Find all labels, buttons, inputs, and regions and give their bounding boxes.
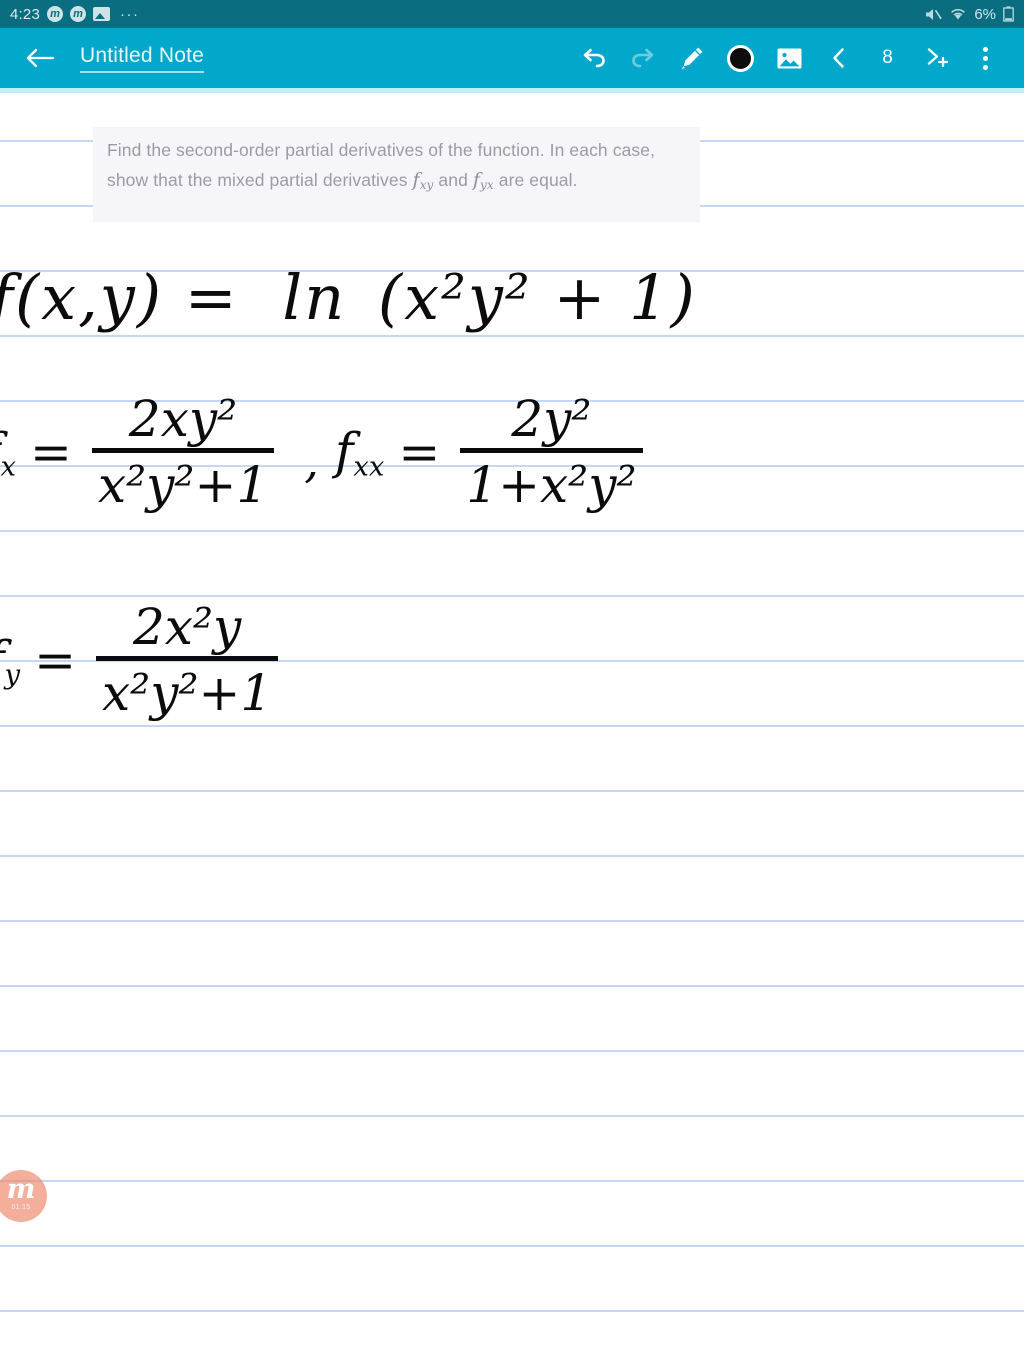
app-bar: Untitled Note 8 xyxy=(0,28,1024,88)
question-line-3: equal. xyxy=(529,170,578,190)
notification-badge-2: m xyxy=(70,6,86,22)
page-number-indicator[interactable]: 8 xyxy=(863,33,912,83)
volume-mute-icon xyxy=(925,7,943,22)
rule-line xyxy=(0,1180,1024,1182)
hw2-equals-a: = xyxy=(30,423,72,481)
rule-line xyxy=(0,530,1024,532)
question-line-2c: are xyxy=(498,170,525,190)
rule-line xyxy=(0,1050,1024,1052)
hw1-arg: (x²y² + 1) xyxy=(377,261,697,334)
overflow-menu-button[interactable] xyxy=(961,33,1010,83)
color-swatch-icon xyxy=(727,44,754,72)
math-f-xy: fxy xyxy=(412,169,434,192)
status-bar-right: 6% xyxy=(925,6,1014,23)
editor-toolbar: 8 xyxy=(569,33,1010,83)
chevron-right-plus-icon xyxy=(923,45,951,71)
status-bar-left: 4:23 m m ··· xyxy=(10,6,140,23)
status-clock: 4:23 xyxy=(10,5,40,23)
hw3-label: fy xyxy=(0,630,21,691)
rule-line xyxy=(0,1310,1024,1312)
rule-line xyxy=(0,790,1024,792)
redo-icon xyxy=(629,46,657,70)
hw3-denominator: x²y²+1 xyxy=(95,655,279,720)
hw2-label-a: fx xyxy=(0,422,17,483)
hw2-denominator-a: x²y²+1 xyxy=(91,447,275,512)
hw2-fraction-b: 2y² 1+x²y² xyxy=(460,390,643,512)
prev-page-button[interactable] xyxy=(814,33,863,83)
hw3-numerator: 2x²y xyxy=(132,598,242,656)
redo-button[interactable] xyxy=(618,33,667,83)
rule-line xyxy=(0,1115,1024,1117)
notification-overflow-icon: ··· xyxy=(120,5,140,23)
note-title-field[interactable]: Untitled Note xyxy=(80,44,204,73)
insert-image-button[interactable] xyxy=(765,33,814,83)
handwritten-equation-2: fx = 2xy² x²y²+1 , fxx = 2y² 1+x²y² xyxy=(0,393,649,511)
page-number-label: 8 xyxy=(882,47,893,68)
back-button[interactable] xyxy=(22,40,58,76)
hw2-denominator-b: 1+x²y² xyxy=(460,447,643,512)
kebab-menu-icon xyxy=(983,46,988,70)
hw2-numerator-b: 2y² xyxy=(511,390,592,448)
hw2-label-b: fxx xyxy=(334,421,385,483)
app-watermark: m 01:15 xyxy=(0,1170,47,1222)
question-line-1: Find the second-order partial derivative… xyxy=(107,140,608,160)
battery-percent-label: 6% xyxy=(974,5,996,23)
hw3-fraction: 2x²y x²y²+1 xyxy=(95,598,279,720)
chevron-left-icon xyxy=(829,46,849,70)
question-image-block[interactable]: Find the second-order partial derivative… xyxy=(93,127,700,222)
undo-icon xyxy=(580,46,608,70)
rule-line xyxy=(0,335,1024,337)
add-page-button[interactable] xyxy=(912,33,961,83)
hw2-separator: , xyxy=(304,434,319,488)
handwritten-equation-1: f(x,y) = ln (x²y² + 1) xyxy=(0,261,697,334)
wifi-icon xyxy=(949,7,967,21)
hw1-fn: ln xyxy=(282,261,347,334)
hw2-fraction-a: 2xy² x²y²+1 xyxy=(91,390,275,512)
watermark-logo-letter: m xyxy=(6,1174,36,1206)
rule-line xyxy=(0,595,1024,597)
rule-line xyxy=(0,985,1024,987)
pen-button[interactable] xyxy=(667,33,716,83)
rule-line xyxy=(0,855,1024,857)
image-icon xyxy=(776,45,803,72)
hw1-lhs: f(x,y) = xyxy=(0,261,239,334)
undo-button[interactable] xyxy=(569,33,618,83)
question-text: Find the second-order partial derivative… xyxy=(107,135,690,200)
back-arrow-icon xyxy=(25,46,55,70)
note-app-screen: 4:23 m m ··· 6% Untitled Note 8 Find the… xyxy=(0,0,1024,1366)
hw2-numerator-a: 2xy² xyxy=(128,390,238,448)
screenshot-notification-icon xyxy=(93,7,110,21)
handwritten-equation-3: fy = 2x²y x²y²+1 xyxy=(0,601,284,719)
battery-icon xyxy=(1003,6,1014,22)
rule-line xyxy=(0,920,1024,922)
pencil-icon xyxy=(679,45,705,71)
hw3-equals: = xyxy=(34,631,76,689)
rule-line xyxy=(0,1245,1024,1247)
watermark-timestamp: 01:15 xyxy=(11,1203,31,1211)
rule-line xyxy=(0,725,1024,727)
notification-badge-1: m xyxy=(47,6,63,22)
color-button[interactable] xyxy=(716,33,765,83)
note-title-text: Untitled Note xyxy=(80,43,204,67)
status-bar: 4:23 m m ··· 6% xyxy=(0,0,1024,28)
note-canvas[interactable]: Find the second-order partial derivative… xyxy=(0,93,1024,1366)
question-line-2b: and xyxy=(438,170,468,190)
hw2-equals-b: = xyxy=(398,423,441,481)
math-f-yx: fyx xyxy=(472,169,494,192)
